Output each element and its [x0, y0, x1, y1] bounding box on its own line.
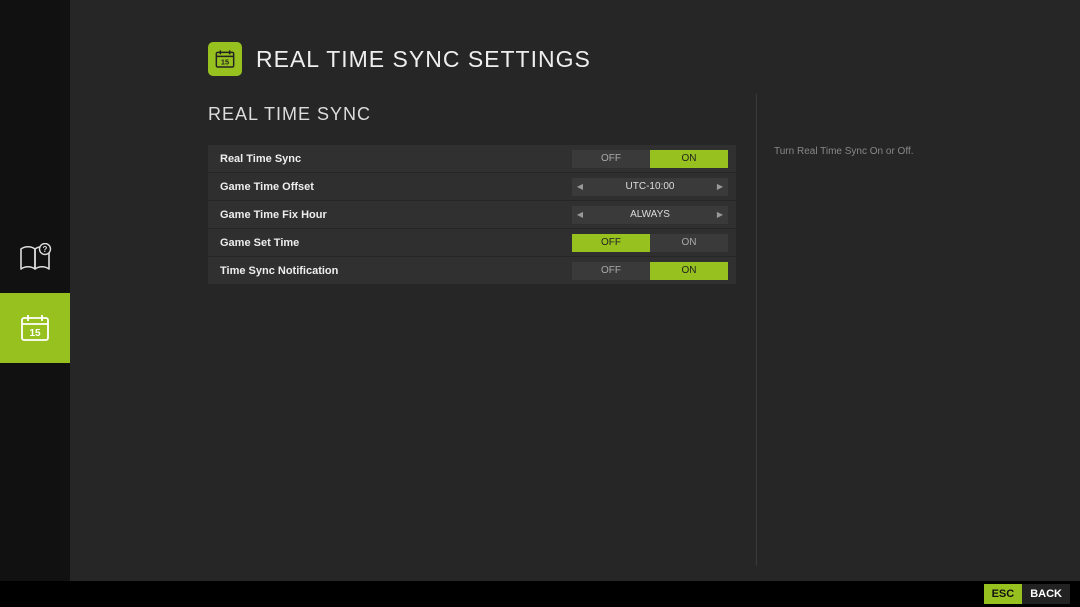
help-column: Turn Real Time Sync On or Off. [736, 104, 1036, 285]
selector-game-time-offset[interactable]: ◀ UTC-10:00 ▶ [572, 178, 728, 196]
main-panel: 15 REAL TIME SYNC SETTINGS REAL TIME SYN… [70, 0, 1080, 581]
toggle-on[interactable]: ON [650, 234, 728, 252]
nav-help-button[interactable]: ? [0, 223, 70, 293]
header-icon-box: 15 [208, 42, 242, 76]
row-game-time-offset[interactable]: Game Time Offset ◀ UTC-10:00 ▶ [208, 173, 736, 201]
vertical-divider [756, 94, 757, 566]
selector-value: ALWAYS [588, 209, 712, 220]
row-label: Real Time Sync [220, 153, 301, 165]
arrow-right-icon[interactable]: ▶ [712, 210, 728, 219]
toggle-on[interactable]: ON [650, 150, 728, 168]
toggle-off[interactable]: OFF [572, 234, 650, 252]
toggle-real-time-sync[interactable]: OFF ON [572, 150, 728, 168]
row-real-time-sync[interactable]: Real Time Sync OFF ON [208, 145, 736, 173]
back-button[interactable]: BACK [1022, 584, 1070, 604]
row-label: Game Time Offset [220, 181, 314, 193]
row-game-set-time[interactable]: Game Set Time OFF ON [208, 229, 736, 257]
left-rail: ? 15 [0, 0, 70, 581]
toggle-on[interactable]: ON [650, 262, 728, 280]
book-help-icon: ? [18, 243, 52, 273]
arrow-left-icon[interactable]: ◀ [572, 210, 588, 219]
svg-text:?: ? [43, 245, 48, 254]
help-text: Turn Real Time Sync On or Off. [774, 146, 1036, 157]
svg-text:15: 15 [29, 328, 41, 339]
svg-text:15: 15 [221, 57, 229, 66]
rows-wrap: Real Time Sync OFF ON Game Time Offset ◀… [208, 145, 736, 285]
toggle-time-sync-notification[interactable]: OFF ON [572, 262, 728, 280]
esc-button[interactable]: ESC [984, 584, 1023, 604]
toggle-off[interactable]: OFF [572, 262, 650, 280]
settings-column: REAL TIME SYNC Real Time Sync OFF ON Gam… [208, 104, 736, 285]
calendar-icon: 15 [214, 49, 236, 69]
page-title: REAL TIME SYNC SETTINGS [256, 46, 591, 73]
arrow-right-icon[interactable]: ▶ [712, 182, 728, 191]
row-time-sync-notification[interactable]: Time Sync Notification OFF ON [208, 257, 736, 285]
section-title: REAL TIME SYNC [208, 104, 736, 125]
arrow-left-icon[interactable]: ◀ [572, 182, 588, 191]
footer-bar: ESC BACK [0, 581, 1080, 607]
calendar-icon: 15 [19, 313, 51, 343]
toggle-off[interactable]: OFF [572, 150, 650, 168]
nav-calendar-button[interactable]: 15 [0, 293, 70, 363]
row-label: Game Set Time [220, 237, 299, 249]
toggle-game-set-time[interactable]: OFF ON [572, 234, 728, 252]
row-label: Time Sync Notification [220, 265, 338, 277]
selector-value: UTC-10:00 [588, 181, 712, 192]
row-game-time-fix-hour[interactable]: Game Time Fix Hour ◀ ALWAYS ▶ [208, 201, 736, 229]
row-label: Game Time Fix Hour [220, 209, 327, 221]
selector-game-time-fix-hour[interactable]: ◀ ALWAYS ▶ [572, 206, 728, 224]
page-header: 15 REAL TIME SYNC SETTINGS [70, 42, 1080, 76]
